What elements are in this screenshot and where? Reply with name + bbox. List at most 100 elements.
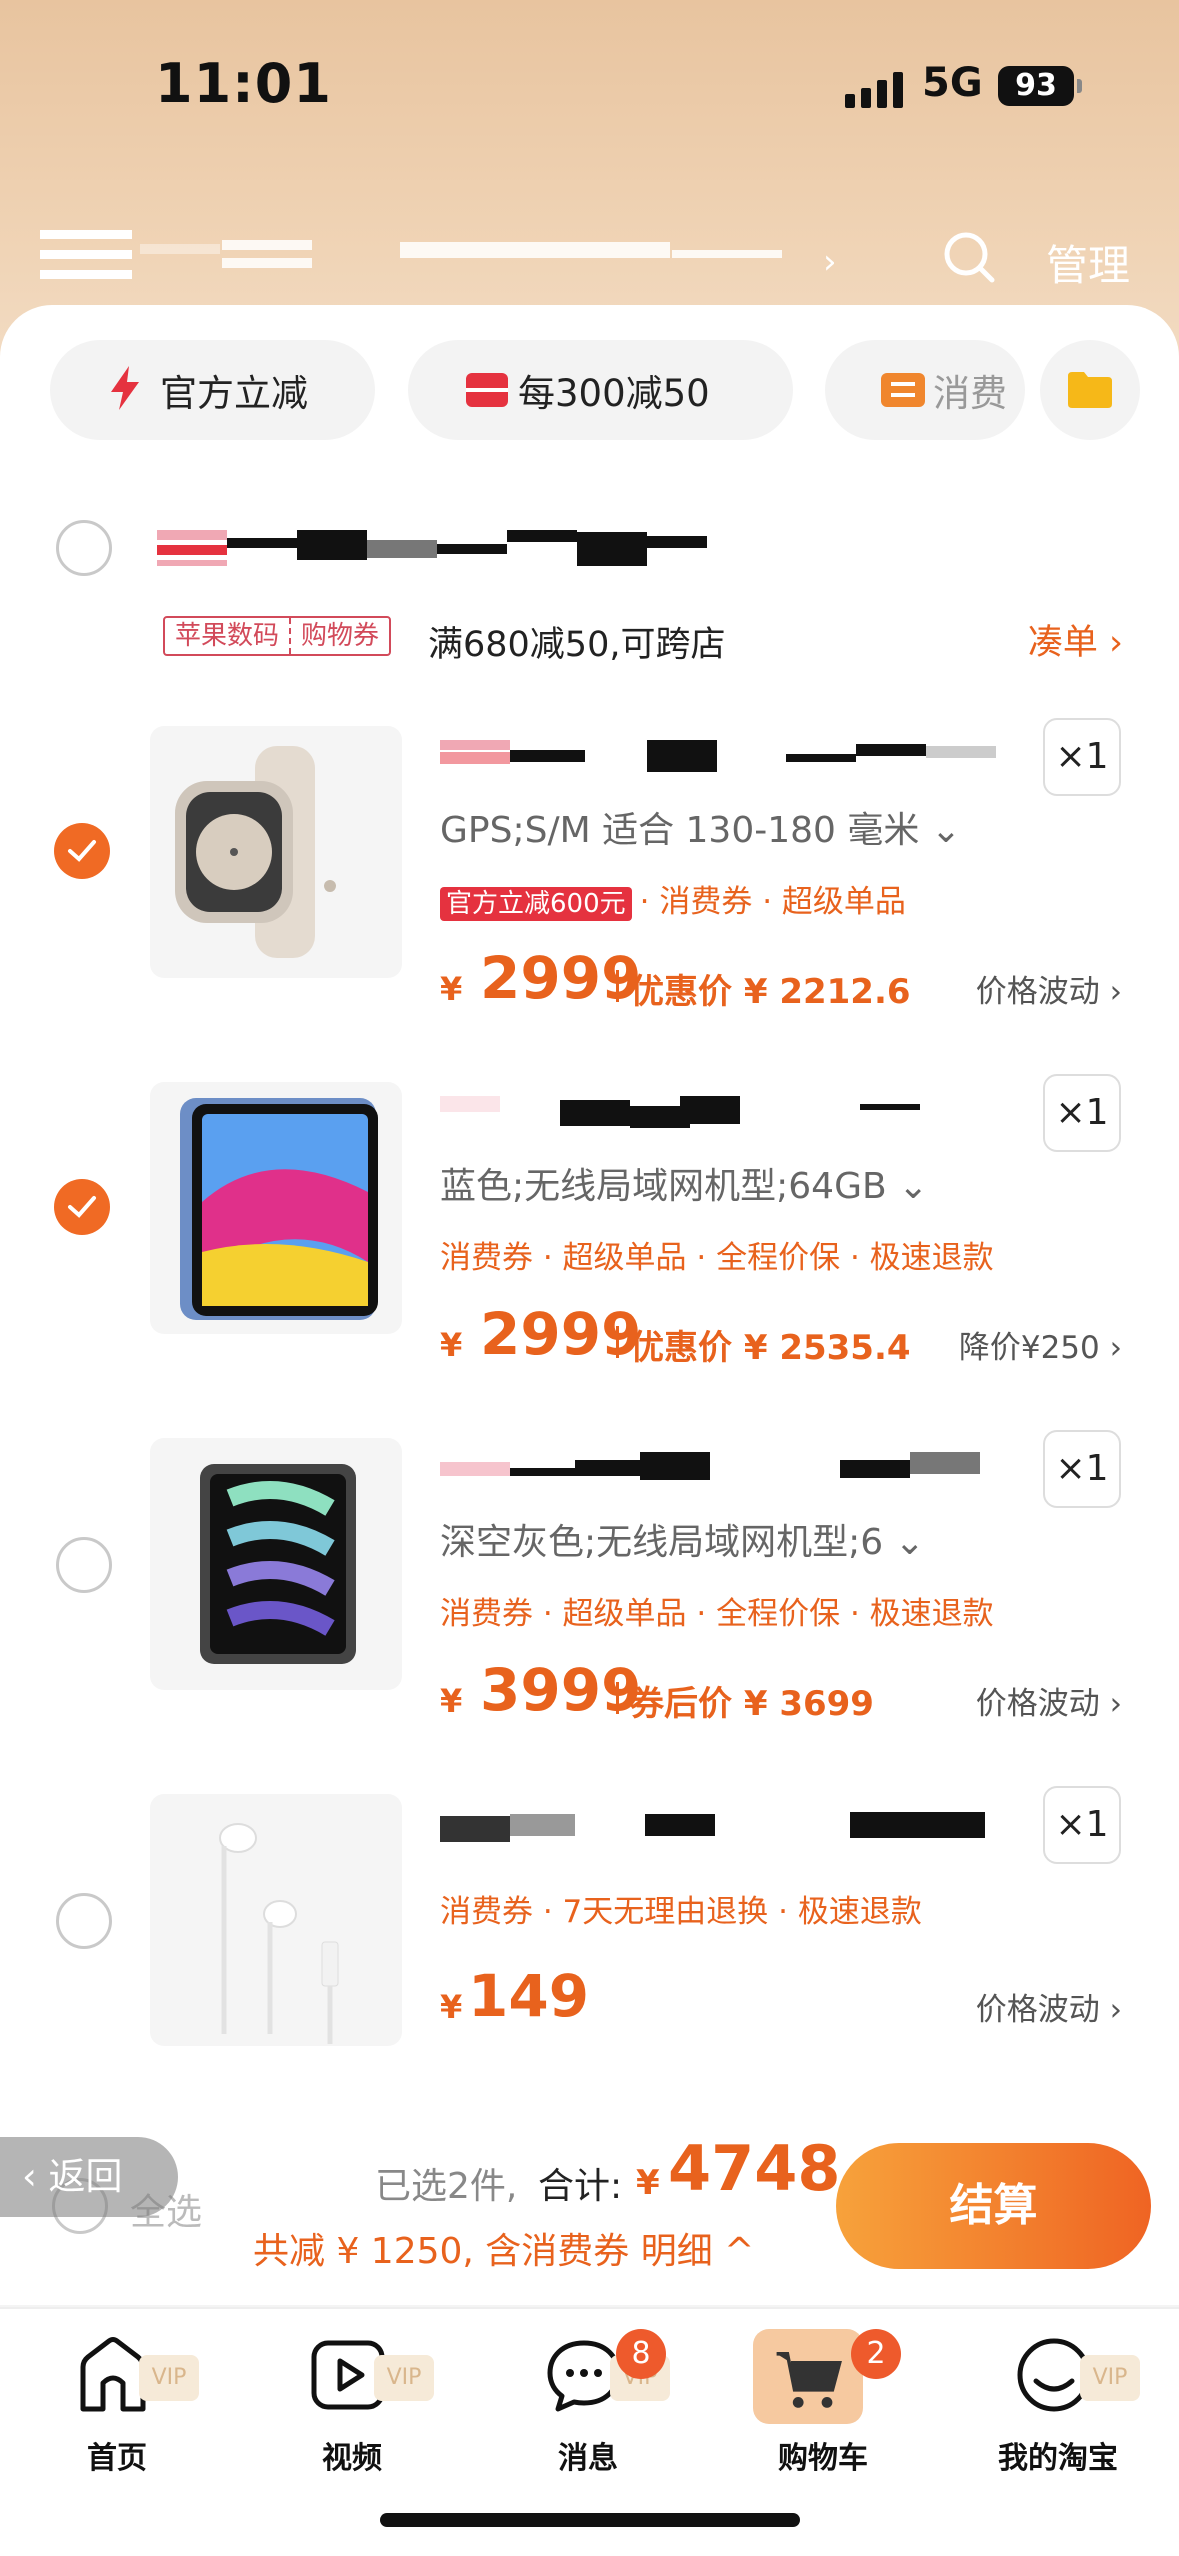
chip-official-discount[interactable]: 官方立减	[50, 340, 375, 440]
redacted-product-title[interactable]	[440, 1096, 1000, 1128]
unread-badge: 8	[616, 2329, 666, 2379]
battery-icon: 93	[998, 66, 1082, 106]
price: 149	[468, 1962, 590, 2030]
checkout-button[interactable]: 结算	[836, 2143, 1151, 2269]
back-button[interactable]: ‹ 返回	[0, 2137, 178, 2217]
folder-button[interactable]	[1040, 340, 1140, 440]
item-checkbox[interactable]	[54, 1179, 110, 1235]
item-checkbox[interactable]	[56, 1537, 112, 1593]
watch-image	[175, 746, 336, 958]
manage-button[interactable]: 管理	[1046, 232, 1130, 293]
promo-tags: 消费券 · 超级单品 · 全程价保 · 极速退款	[440, 1240, 994, 1276]
redacted-product-title[interactable]	[440, 1808, 1000, 1842]
menu-icon[interactable]	[40, 220, 135, 290]
location-chevron-icon[interactable]: ›	[823, 242, 837, 282]
redacted-product-title[interactable]	[440, 1452, 1000, 1482]
store-header	[0, 510, 1179, 590]
price-trend-link[interactable]: 价格波动 ›	[976, 1678, 1122, 1723]
vip-badge: VIP	[1080, 2355, 1140, 2401]
status-time: 11:01	[155, 52, 332, 115]
network-label: 5G	[922, 60, 983, 106]
search-icon[interactable]	[942, 230, 996, 284]
checkmark-icon	[68, 840, 96, 862]
item-checkbox[interactable]	[54, 823, 110, 879]
quantity-button[interactable]: ×1	[1043, 718, 1121, 796]
tab-messages[interactable]: VIP 8 消息	[498, 2329, 678, 2479]
currency-symbol: ¥	[440, 1682, 463, 1720]
earpods-image	[219, 1823, 339, 2044]
redacted-store-name[interactable]	[157, 530, 712, 570]
coupon-icon	[466, 373, 508, 407]
price-drop-link[interactable]: 降价¥250 ›	[959, 1322, 1122, 1367]
coudan-link[interactable]: 凑单 ›	[1028, 614, 1123, 665]
price-trend-link[interactable]: 价格波动 ›	[976, 1984, 1122, 2029]
product-image-earpods[interactable]	[150, 1794, 402, 2046]
quantity-button[interactable]: ×1	[1043, 1786, 1121, 1864]
tab-label: 消息	[558, 2441, 618, 2476]
cart-item: ×1 深空灰色;无线局域网机型;6 ⌄ 消费券 · 超级单品 · 全程价保 · …	[0, 1430, 1179, 1758]
folder-icon	[1068, 372, 1112, 408]
vip-badge: VIP	[374, 2355, 434, 2401]
deal-price: 优惠价 ¥ 2212.6	[616, 964, 911, 1013]
spec-selector[interactable]: GPS;S/M 适合 130-180 毫米 ⌄	[440, 801, 961, 853]
product-image-watch[interactable]	[150, 726, 402, 978]
lightning-icon	[111, 366, 139, 410]
cart-item: ×1 蓝色;无线局域网机型;64GB ⌄ 消费券 · 超级单品 · 全程价保 ·…	[0, 1074, 1179, 1402]
signal-icon	[845, 68, 903, 108]
product-image-ipad-mini[interactable]	[150, 1438, 402, 1690]
filter-chips: 官方立减 每300减50 消费	[50, 340, 1160, 445]
redacted-text	[222, 240, 312, 250]
price-trend-link[interactable]: 价格波动 ›	[976, 966, 1122, 1011]
ticket-icon	[881, 373, 925, 407]
ipad-image	[180, 1098, 378, 1320]
cart-icon	[776, 2352, 842, 2408]
promo-tags: 消费券 · 超级单品 · 全程价保 · 极速退款	[440, 1596, 994, 1632]
tab-label: 首页	[87, 2441, 147, 2476]
quantity-button[interactable]: ×1	[1043, 1074, 1121, 1152]
currency-symbol: ¥	[440, 970, 463, 1008]
store-checkbox[interactable]	[56, 520, 112, 576]
store-coupon-row: 苹果数码 购物券 满680减50,可跨店 凑单 ›	[163, 612, 1163, 665]
item-checkbox[interactable]	[56, 1893, 112, 1949]
quantity-button[interactable]: ×1	[1043, 1430, 1121, 1508]
cart-count-badge: 2	[851, 2329, 901, 2379]
chip-label: 消费	[933, 372, 1007, 415]
home-indicator	[380, 2513, 800, 2527]
tab-cart[interactable]: 2 购物车	[733, 2329, 913, 2479]
price-row: ¥ 149 价格波动 ›	[440, 1962, 1140, 2032]
tab-my-taobao[interactable]: VIP 我的淘宝	[968, 2329, 1148, 2479]
coupon-tag-brand: 苹果数码	[175, 621, 280, 651]
coupon-tag: 苹果数码 购物券	[163, 616, 392, 656]
tab-label: 我的淘宝	[998, 2441, 1118, 2476]
price-row: ¥ 2999 优惠价 ¥ 2212.6 价格波动 ›	[440, 944, 1140, 1014]
chip-consumption[interactable]: 消费	[825, 340, 1025, 440]
total-label: 合计:	[538, 2166, 623, 2207]
redacted-location[interactable]	[400, 242, 670, 258]
deal-price: 券后价 ¥ 3699	[616, 1676, 874, 1725]
cart-header: › 管理	[0, 220, 1179, 300]
tab-home[interactable]: VIP 首页	[27, 2329, 207, 2479]
redacted-product-title[interactable]	[440, 740, 1000, 772]
spec-selector[interactable]: 深空灰色;无线局域网机型;6 ⌄	[440, 1513, 925, 1565]
ipad-mini-image	[200, 1464, 356, 1664]
tab-label: 视频	[322, 2441, 382, 2476]
chip-300-minus-50[interactable]: 每300减50	[408, 340, 793, 440]
redacted-location	[672, 250, 782, 258]
tag-list: · 消费券 · 超级单品	[639, 884, 906, 920]
price-row: ¥ 2999 优惠价 ¥ 2535.4 降价¥250 ›	[440, 1300, 1140, 1370]
currency-symbol: ¥	[440, 1988, 463, 2026]
spec-selector[interactable]: 蓝色;无线局域网机型;64GB ⌄	[440, 1157, 928, 1209]
tab-video[interactable]: VIP 视频	[262, 2329, 442, 2479]
product-image-ipad[interactable]	[150, 1082, 402, 1334]
redacted-text	[140, 244, 220, 254]
chip-label: 每300减50	[518, 372, 710, 415]
currency-symbol: ¥	[440, 1326, 463, 1364]
savings-detail-link[interactable]: 共减 ¥ 1250, 含消费券 明细 ^	[253, 2222, 754, 2274]
deal-price: 优惠价 ¥ 2535.4	[616, 1320, 911, 1369]
coupon-description: 满680减50,可跨店	[428, 625, 726, 665]
status-bar: 11:01 5G 93	[0, 0, 1179, 170]
selected-count: 已选2件,	[375, 2166, 518, 2207]
cart-item: ×1 GPS;S/M 适合 130-180 毫米 ⌄ 官方立减600元 · 消费券…	[0, 718, 1179, 1046]
coupon-tag-type: 购物券	[289, 618, 389, 654]
total-amount: 4748	[668, 2132, 841, 2205]
